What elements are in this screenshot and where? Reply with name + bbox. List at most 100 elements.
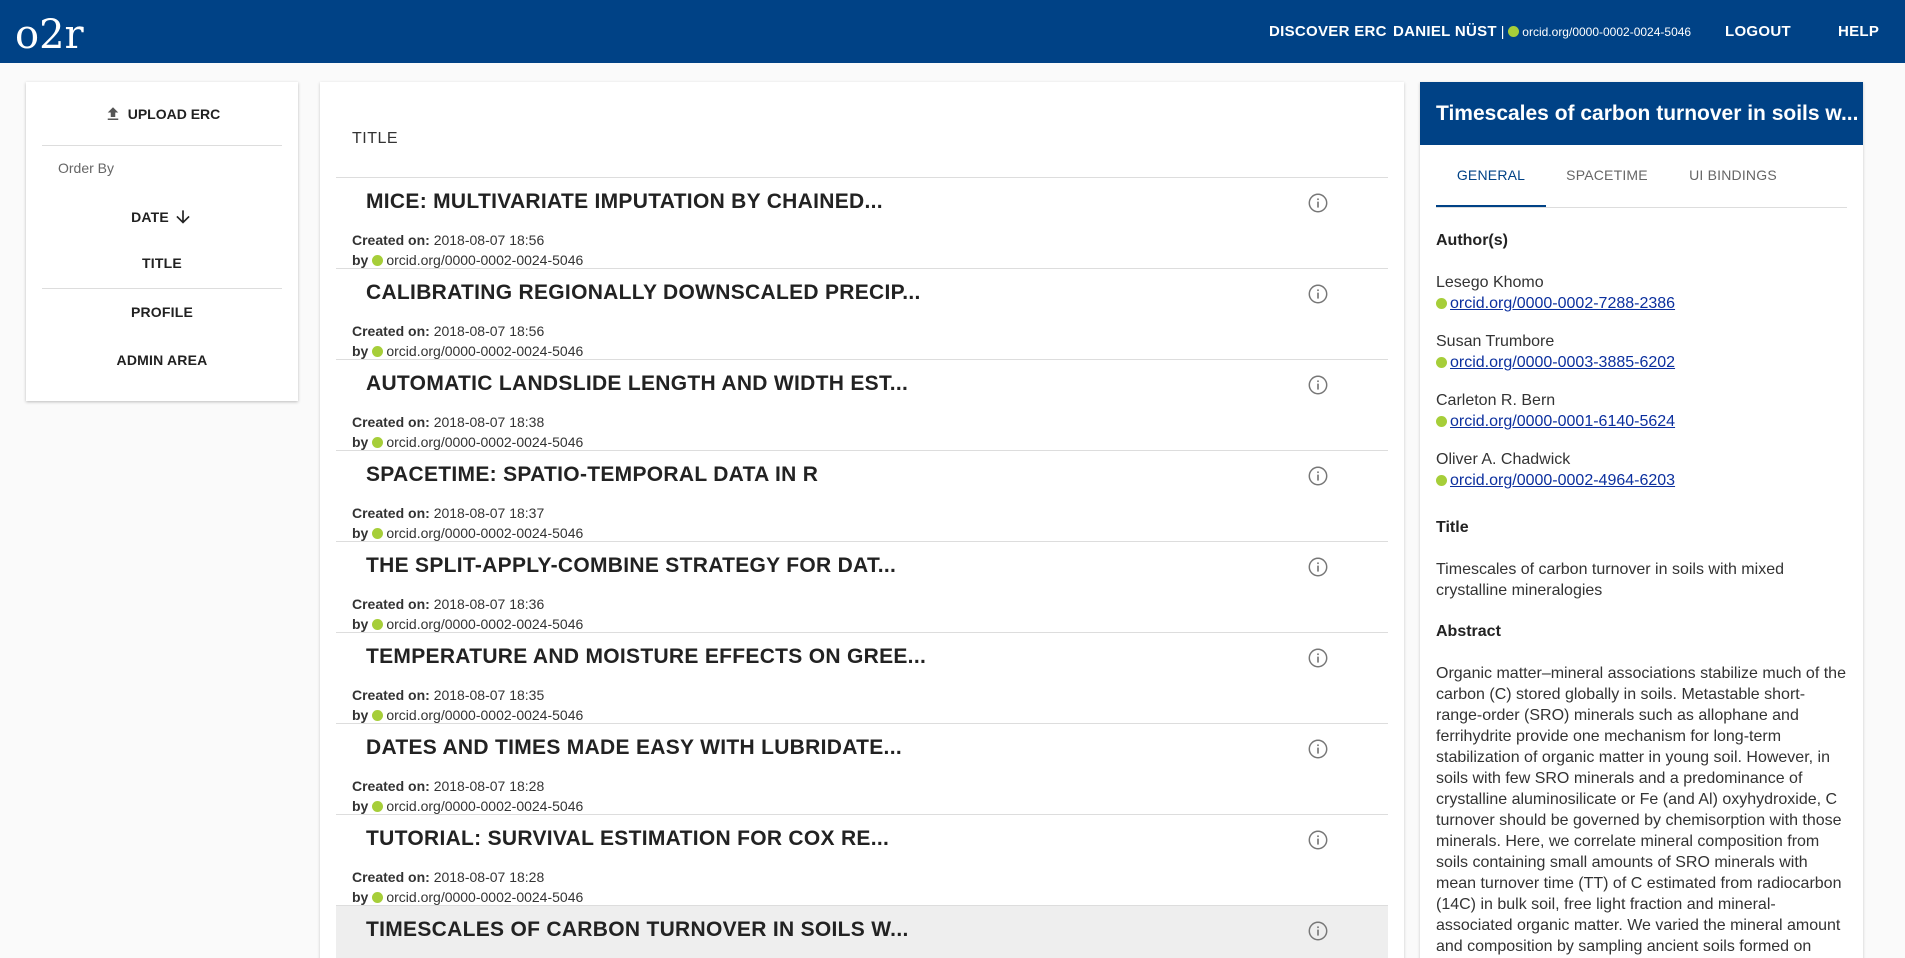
orcid-icon: [1436, 475, 1447, 486]
author-orcid-row: orcid.org/0000-0002-4964-6203: [1436, 470, 1847, 491]
order-by-label: Order By: [58, 160, 115, 176]
discover-erc-link[interactable]: DISCOVER ERC: [1269, 0, 1387, 63]
help-link[interactable]: HELP: [1838, 0, 1879, 63]
by-label: by: [352, 889, 369, 905]
erc-title[interactable]: CALIBRATING REGIONALLY DOWNSCALED PRECIP…: [366, 281, 921, 305]
info-icon[interactable]: [1307, 465, 1329, 487]
created-by: by orcid.org/0000-0002-0024-5046: [352, 889, 583, 905]
author-orcid: orcid.org/0000-0002-0024-5046: [386, 798, 584, 814]
abstract-heading: Abstract: [1436, 623, 1501, 640]
author-orcid-link[interactable]: orcid.org/0000-0003-3885-6202: [1450, 354, 1675, 371]
tab-general[interactable]: GENERAL: [1436, 164, 1546, 207]
erc-list-row[interactable]: TIMESCALES OF CARBON TURNOVER IN SOILS W…: [336, 906, 1388, 958]
erc-title[interactable]: AUTOMATIC LANDSLIDE LENGTH AND WIDTH EST…: [366, 372, 908, 396]
author-orcid: orcid.org/0000-0002-0024-5046: [386, 434, 584, 450]
erc-title[interactable]: TEMPERATURE AND MOISTURE EFFECTS ON GREE…: [366, 645, 926, 669]
created-by: by orcid.org/0000-0002-0024-5046: [352, 252, 583, 268]
erc-title[interactable]: TUTORIAL: SURVIVAL ESTIMATION FOR COX RE…: [366, 827, 889, 851]
erc-title[interactable]: TIMESCALES OF CARBON TURNOVER IN SOILS W…: [366, 918, 909, 942]
svg-text:o2r: o2r: [15, 12, 85, 54]
created-label: Created on:: [352, 505, 430, 521]
sidebar-card: UPLOAD ERC Order By DATE TITLE PROFILE A…: [26, 82, 298, 401]
info-icon[interactable]: [1307, 374, 1329, 396]
tab-spacetime[interactable]: SPACETIME: [1546, 164, 1668, 207]
top-navbar: o2r DISCOVER ERC DANIEL NÜST | orcid.org…: [0, 0, 1905, 63]
profile-link[interactable]: PROFILE: [26, 304, 298, 320]
author-orcid: orcid.org/0000-0002-0024-5046: [386, 889, 584, 905]
upload-erc-label: UPLOAD ERC: [127, 105, 221, 122]
author-name: Oliver A. Chadwick: [1436, 451, 1571, 468]
erc-list-row[interactable]: THE SPLIT-APPLY-COMBINE STRATEGY FOR DAT…: [336, 542, 1388, 633]
created-date: 2018-08-07 18:56: [433, 232, 545, 248]
author-orcid-link[interactable]: orcid.org/0000-0001-6140-5624: [1450, 413, 1675, 430]
tab-ui-bindings[interactable]: UI BINDINGS: [1668, 164, 1798, 207]
erc-list-row[interactable]: TEMPERATURE AND MOISTURE EFFECTS ON GREE…: [336, 633, 1388, 724]
erc-title[interactable]: SPACETIME: SPATIO-TEMPORAL DATA IN R: [366, 463, 818, 487]
orcid-icon: [1436, 416, 1447, 427]
created-on: Created on: 2018-08-07 18:35: [352, 687, 544, 703]
info-icon[interactable]: [1307, 829, 1329, 851]
author-entry: Susan Trumbore orcid.org/0000-0003-3885-6…: [1436, 331, 1847, 373]
created-on: Created on: 2018-08-07 18:28: [352, 778, 544, 794]
orcid-icon: [1436, 298, 1447, 309]
created-on: Created on: 2018-08-07 18:37: [352, 505, 544, 521]
erc-list-row[interactable]: CALIBRATING REGIONALLY DOWNSCALED PRECIP…: [336, 269, 1388, 360]
author-name: Susan Trumbore: [1436, 333, 1555, 350]
created-label: Created on:: [352, 869, 430, 885]
upload-icon: [107, 106, 118, 120]
erc-title[interactable]: DATES AND TIMES MADE EASY WITH LUBRIDATE…: [366, 736, 902, 760]
info-icon[interactable]: [1307, 647, 1329, 669]
erc-title[interactable]: THE SPLIT-APPLY-COMBINE STRATEGY FOR DAT…: [366, 554, 896, 578]
detail-content: Author(s) Lesego Khomo orcid.org/0000-000…: [1436, 232, 1847, 957]
info-icon[interactable]: [1307, 283, 1329, 305]
created-date: 2018-08-07 18:36: [433, 596, 545, 612]
created-by: by orcid.org/0000-0002-0024-5046: [352, 707, 583, 723]
user-info[interactable]: DANIEL NÜST | orcid.org/0000-0002-0024-5…: [1393, 0, 1691, 63]
sort-by-date-button[interactable]: DATE: [26, 207, 298, 227]
info-icon[interactable]: [1307, 192, 1329, 214]
author-entry: Lesego Khomo orcid.org/0000-0002-7288-238…: [1436, 272, 1847, 314]
created-by: by orcid.org/0000-0002-0024-5046: [352, 798, 583, 814]
orcid-icon: [372, 346, 384, 357]
arrow-down-icon: [176, 210, 190, 224]
upload-erc-button[interactable]: UPLOAD ERC: [26, 82, 298, 145]
info-icon[interactable]: [1307, 556, 1329, 578]
user-orcid: orcid.org/0000-0002-0024-5046: [1522, 25, 1692, 39]
created-date: 2018-08-07 18:28: [433, 869, 545, 885]
created-on: Created on: 2018-08-07 18:38: [352, 414, 544, 430]
created-on: Created on: 2018-08-07 18:56: [352, 232, 544, 248]
orcid-icon: [1436, 357, 1447, 368]
divider: [42, 288, 282, 289]
created-by: by orcid.org/0000-0002-0024-5046: [352, 434, 583, 450]
detail-header-title: Timescales of carbon turnover in soils w…: [1420, 82, 1863, 145]
created-label: Created on:: [352, 414, 430, 430]
created-label: Created on:: [352, 323, 430, 339]
created-on: Created on: 2018-08-07 18:28: [352, 869, 544, 885]
created-date: 2018-08-07 18:37: [433, 505, 545, 521]
erc-list-row[interactable]: TUTORIAL: SURVIVAL ESTIMATION FOR COX RE…: [336, 815, 1388, 906]
title-heading: Title: [1436, 519, 1469, 536]
created-label: Created on:: [352, 232, 430, 248]
author-orcid-link[interactable]: orcid.org/0000-0002-4964-6203: [1450, 472, 1675, 489]
author-orcid: orcid.org/0000-0002-0024-5046: [386, 252, 584, 268]
sort-by-title-button[interactable]: TITLE: [26, 255, 298, 271]
erc-title[interactable]: MICE: MULTIVARIATE IMPUTATION BY CHAINED…: [366, 190, 883, 214]
erc-list-row[interactable]: SPACETIME: SPATIO-TEMPORAL DATA IN R Crea…: [336, 451, 1388, 542]
orcid-icon: [372, 619, 384, 630]
erc-list-row[interactable]: AUTOMATIC LANDSLIDE LENGTH AND WIDTH EST…: [336, 360, 1388, 451]
detail-tabs: GENERAL SPACETIME UI BINDINGS: [1436, 164, 1847, 208]
info-icon[interactable]: [1307, 738, 1329, 760]
author-orcid-row: orcid.org/0000-0003-3885-6202: [1436, 352, 1847, 373]
author-orcid-link[interactable]: orcid.org/0000-0002-7288-2386: [1450, 295, 1675, 312]
by-label: by: [352, 525, 369, 541]
author-orcid-row: orcid.org/0000-0002-7288-2386: [1436, 293, 1847, 314]
erc-list-row[interactable]: DATES AND TIMES MADE EASY WITH LUBRIDATE…: [336, 724, 1388, 815]
logout-link[interactable]: LOGOUT: [1725, 0, 1791, 63]
orcid-icon: [372, 710, 384, 721]
admin-area-link[interactable]: ADMIN AREA: [26, 352, 298, 368]
erc-list-row[interactable]: MICE: MULTIVARIATE IMPUTATION BY CHAINED…: [336, 178, 1388, 269]
abstract-text: Organic matter–mineral associations stab…: [1436, 665, 1846, 955]
info-icon[interactable]: [1307, 920, 1329, 942]
author-entry: Oliver A. Chadwick orcid.org/0000-0002-49…: [1436, 449, 1847, 491]
o2r-logo[interactable]: o2r: [15, 10, 90, 54]
